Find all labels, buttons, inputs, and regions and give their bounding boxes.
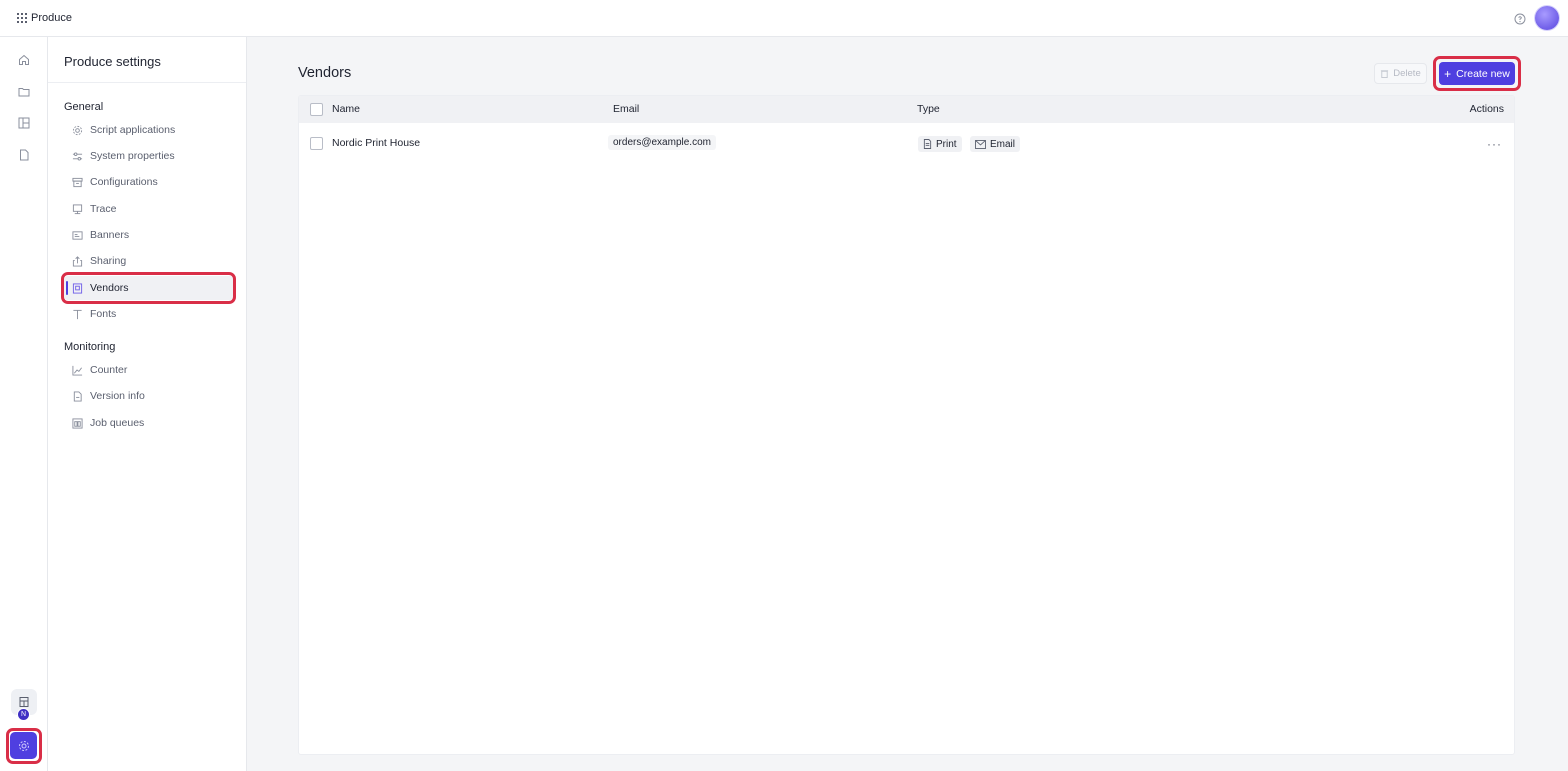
- top-bar: Produce: [0, 0, 1568, 37]
- vendor-email: orders@example.com: [608, 135, 716, 150]
- type-chip-email: Email: [970, 136, 1021, 152]
- vendors-table: Name Email Type Actions Nordic Print Hou…: [298, 95, 1515, 755]
- sidebar-item-job-queues[interactable]: Job queues: [64, 411, 234, 435]
- chart-line-icon: [71, 364, 83, 376]
- file-info-icon: [71, 390, 83, 402]
- archive-icon: [71, 176, 83, 188]
- font-icon: [71, 308, 83, 320]
- sidebar-item-banners[interactable]: Banners: [64, 223, 234, 247]
- avatar[interactable]: [1535, 6, 1559, 30]
- monitor-icon: [71, 203, 83, 215]
- help-icon[interactable]: [1514, 13, 1526, 25]
- column-header-type[interactable]: Type: [917, 103, 940, 115]
- banner-icon: [71, 229, 83, 241]
- sidebar-item-configurations[interactable]: Configurations: [64, 170, 234, 194]
- gear-icon: [71, 124, 83, 136]
- home-icon[interactable]: [14, 50, 34, 70]
- page-title: Vendors: [298, 65, 352, 81]
- sidebar-item-label: Trace: [90, 203, 117, 215]
- sidebar-item-label: Fonts: [90, 308, 117, 320]
- type-label: Email: [990, 138, 1016, 150]
- row-checkbox[interactable]: [310, 137, 323, 150]
- delete-label: Delete: [1393, 68, 1421, 79]
- sidebar-item-sharing[interactable]: Sharing: [64, 249, 234, 273]
- sidebar-item-system-properties[interactable]: System properties: [64, 144, 234, 168]
- section-general: General: [64, 101, 104, 113]
- sidebar-item-label: Counter: [90, 364, 128, 376]
- folder-icon[interactable]: [14, 82, 34, 102]
- sidebar-item-fonts[interactable]: Fonts: [64, 302, 234, 326]
- settings-title: Produce settings: [64, 54, 161, 69]
- sidebar-item-script-applications[interactable]: Script applications: [64, 118, 234, 142]
- apps-grid-icon[interactable]: [17, 13, 27, 23]
- trash-icon: [1381, 70, 1389, 78]
- app-name[interactable]: Produce: [31, 12, 72, 24]
- sidebar-item-label: Script applications: [90, 124, 176, 136]
- table-header: Name Email Type Actions: [299, 96, 1514, 123]
- app-rail: N: [0, 37, 48, 771]
- column-header-email[interactable]: Email: [613, 103, 639, 115]
- type-label: Print: [936, 138, 957, 150]
- mail-icon: [975, 139, 986, 149]
- type-chip-print: Print: [918, 136, 962, 152]
- divider: [48, 82, 246, 83]
- document-icon[interactable]: [14, 145, 34, 165]
- column-header-name[interactable]: Name: [332, 103, 360, 115]
- sidebar-item-label: Sharing: [90, 255, 127, 267]
- share-icon: [71, 255, 83, 267]
- vendor-name[interactable]: Nordic Print House: [332, 137, 420, 149]
- queue-icon: [71, 417, 83, 429]
- settings-sidebar: Produce settings General Script applicat…: [48, 37, 247, 771]
- sidebar-item-label: Job queues: [90, 417, 145, 429]
- workspace-badge: N: [17, 708, 30, 721]
- sidebar-item-version-info[interactable]: Version info: [64, 384, 234, 408]
- highlight-settings: [6, 728, 42, 764]
- sidebar-item-label: Configurations: [90, 176, 158, 188]
- layout-icon[interactable]: [14, 113, 34, 133]
- sidebar-item-counter[interactable]: Counter: [64, 358, 234, 382]
- section-monitoring: Monitoring: [64, 341, 116, 353]
- select-all-checkbox[interactable]: [310, 103, 323, 116]
- sliders-icon: [71, 150, 83, 162]
- document-icon: [923, 139, 932, 149]
- sidebar-item-label: Banners: [90, 229, 130, 241]
- delete-button[interactable]: Delete: [1374, 63, 1427, 84]
- column-header-actions: Actions: [1469, 103, 1504, 115]
- highlight-vendors: [61, 272, 236, 304]
- more-actions-icon[interactable]: ···: [1487, 137, 1502, 151]
- sidebar-item-label: System properties: [90, 150, 175, 162]
- sidebar-item-trace[interactable]: Trace: [64, 197, 234, 221]
- table-row[interactable]: Nordic Print House orders@example.com Pr…: [299, 123, 1514, 163]
- highlight-create-new: [1433, 56, 1521, 91]
- sidebar-item-label: Version info: [90, 390, 145, 402]
